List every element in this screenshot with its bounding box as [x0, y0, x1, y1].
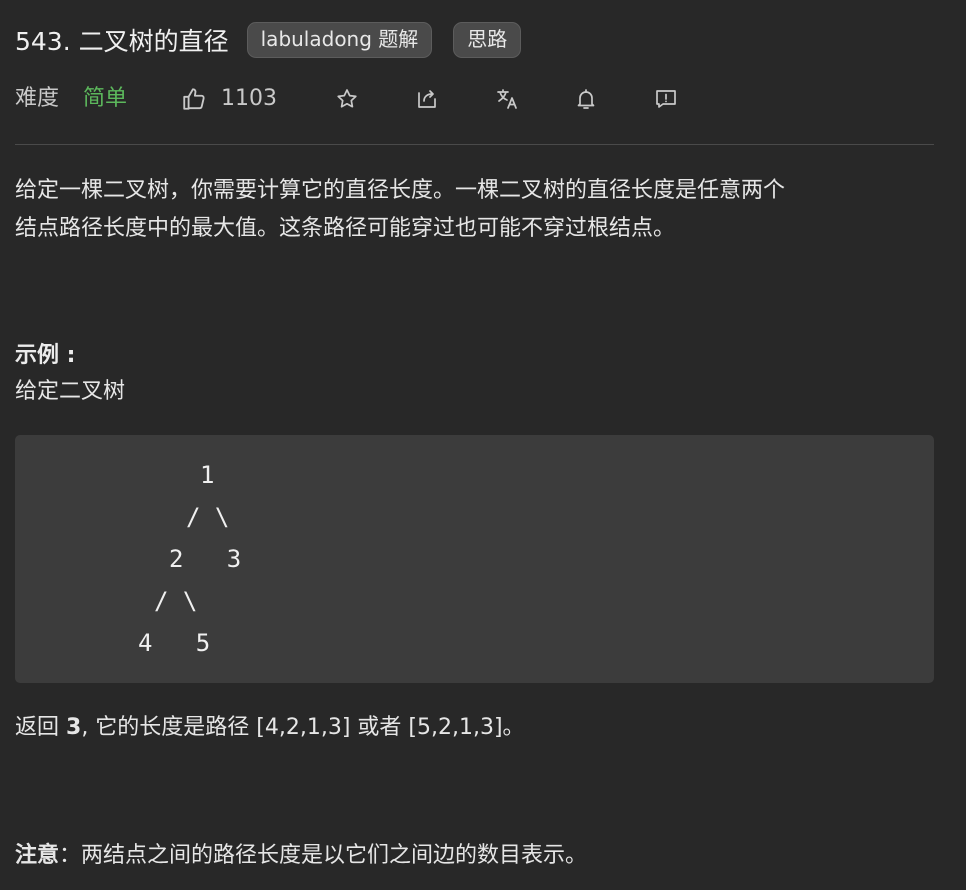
description-line: 结点路径长度中的最大值。这条路径可能穿过也可能不穿过根结点。: [15, 216, 676, 241]
example-result: 返回 3, 它的长度是路径 [4,2,1,3] 或者 [5,2,1,3]。: [15, 709, 525, 747]
problem-description: 给定一棵二叉树，你需要计算它的直径长度。一棵二叉树的直径长度是任意两个 结点路径…: [15, 172, 945, 248]
difficulty-value: 简单: [83, 86, 128, 111]
translate-icon: [497, 89, 517, 109]
share-button[interactable]: [414, 82, 440, 116]
like-button[interactable]: 1103: [181, 82, 277, 116]
code-line: 2 3: [169, 545, 242, 573]
like-count: 1103: [221, 86, 277, 111]
result-suffix: , 它的长度是路径 [4,2,1,3] 或者 [5,2,1,3]。: [81, 715, 525, 740]
idea-pill-button[interactable]: 思路: [453, 22, 522, 58]
example-intro: 给定二叉树: [15, 379, 126, 404]
share-icon: [418, 90, 436, 108]
title-row: 543. 二叉树的直径 labuladong 题解 思路: [15, 22, 522, 58]
code-line: / \: [186, 503, 230, 531]
note-label: 注意: [15, 843, 60, 868]
note-text: ：两结点之间的路径长度是以它们之间边的数目表示。: [59, 843, 588, 868]
bell-icon: [577, 89, 595, 109]
problem-page: 543. 二叉树的直径 labuladong 题解 思路 难度 简单 1103: [0, 0, 966, 890]
thumbs-up-icon: [183, 88, 205, 110]
meta-row: 难度 简单 1103: [15, 82, 715, 116]
problem-title: 543. 二叉树的直径: [15, 27, 229, 56]
code-line: 4 5: [138, 629, 211, 657]
feedback-button[interactable]: [653, 82, 679, 116]
translate-button[interactable]: [494, 82, 520, 116]
difficulty-label: 难度: [15, 86, 60, 111]
note: 注意：两结点之间的路径长度是以它们之间边的数目表示。: [15, 837, 587, 875]
favorite-button[interactable]: [334, 82, 360, 116]
example-label: 示例 :: [15, 343, 76, 368]
feedback-icon: [656, 90, 676, 108]
code-line: 1: [200, 461, 215, 489]
description-line: 给定一棵二叉树，你需要计算它的直径长度。一棵二叉树的直径长度是任意两个: [15, 178, 786, 203]
notification-button[interactable]: [573, 82, 599, 116]
code-line: / \: [154, 587, 198, 615]
solution-pill-button[interactable]: labuladong 题解: [246, 22, 433, 58]
divider: [15, 144, 934, 145]
result-prefix: 返回: [15, 715, 66, 740]
result-value: 3: [66, 715, 82, 740]
star-icon: [337, 89, 357, 108]
